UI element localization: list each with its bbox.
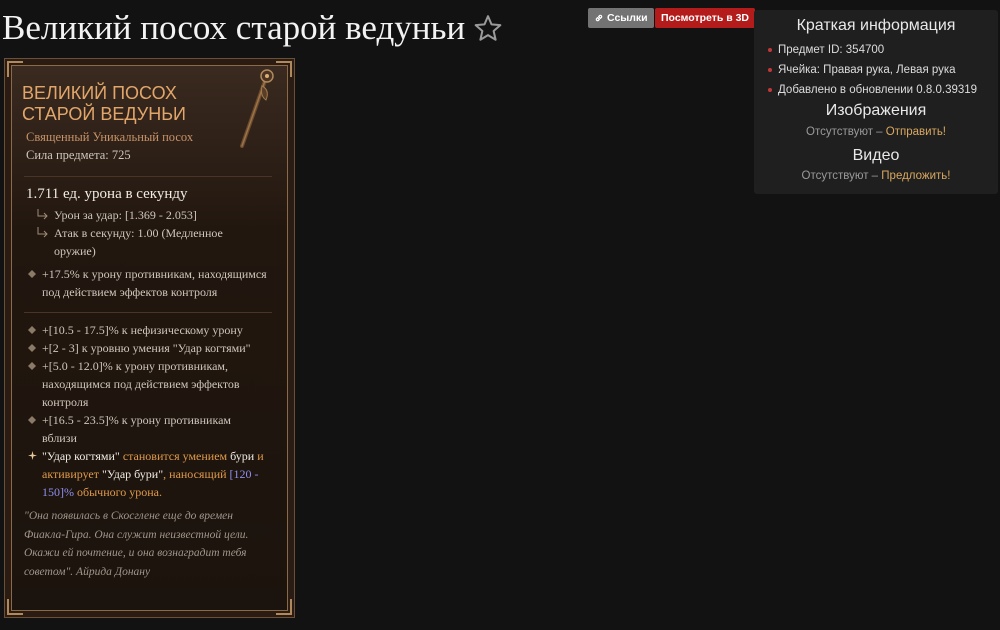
attacks-per-second: Атак в секунду: 1.00 (Медленное оружие) [54, 226, 223, 258]
video-status: Отсутствуют [801, 170, 869, 182]
damage-per-hit: Урон за удар: [1.369 - 2.053] [54, 208, 197, 222]
divider [24, 312, 272, 313]
video-status-line: Отсутствуют – Предложить! [754, 170, 998, 182]
info-panel: Краткая информация Предмет ID: 354700 Яч… [754, 10, 998, 194]
bullet-icon [768, 48, 772, 52]
affix-line: +[2 - 3] к уровню умения "Удар когтями" [42, 341, 251, 355]
view-3d-button-label: Посмотреть в 3D [661, 12, 750, 24]
frame-corner [276, 61, 292, 77]
bullet-icon [768, 88, 772, 92]
page-title: Великий посох старой ведуньи [2, 6, 503, 50]
item-power: Сила предмета: 725 [26, 148, 131, 162]
item-name: ВЕЛИКИЙ ПОСОХ СТАРОЙ ВЕДУНЬИ [22, 83, 186, 124]
sub-arrow-icon [37, 227, 48, 238]
links-button-label: Ссылки [607, 12, 648, 24]
video-separator: – [868, 170, 882, 182]
images-status: Отсутствуют [806, 126, 873, 138]
images-heading: Изображения [825, 102, 927, 119]
affix-line: +[16.5 - 23.5]% к урону противникам вбли… [42, 413, 232, 445]
item-page: Великий посох старой ведуньи Ссылки Посм… [0, 0, 1000, 630]
item-type: Священный Уникальный посох [26, 130, 194, 144]
bullet-icon [768, 68, 772, 72]
suggest-video-link[interactable]: Предложить! [881, 170, 950, 182]
diamond-bullet-icon [28, 416, 36, 424]
info-panel-title: Краткая информация [796, 17, 956, 34]
images-separator: – [872, 126, 886, 138]
view-3d-button[interactable]: Посмотреть в 3D [655, 8, 756, 28]
dps-value: 1.711 ед. урона в секунду [26, 186, 188, 202]
submit-images-link[interactable]: Отправить! [886, 126, 946, 138]
link-icon [595, 14, 603, 22]
diamond-bullet-icon [28, 326, 36, 334]
images-status-line: Отсутствуют – Отправить! [754, 126, 998, 138]
frame-corner [7, 599, 23, 615]
info-item-id: Предмет ID: 354700 [768, 40, 994, 60]
video-heading: Видео [852, 147, 900, 164]
links-button[interactable]: Ссылки [588, 8, 654, 28]
sub-arrow-icon [37, 209, 48, 220]
page-title-text: Великий посох старой ведуньи [2, 8, 466, 47]
info-item-patch: Добавлено в обновлении 0.8.0.39319 [768, 80, 994, 100]
frame-corner [276, 599, 292, 615]
diamond-bullet-icon [28, 362, 36, 370]
divider [24, 176, 272, 177]
affix-line: +[5.0 - 12.0]% к урону противникам, нахо… [42, 359, 240, 409]
unique-star-icon [28, 451, 37, 460]
implicit-affix: +17.5% к урону противникам, находящимся … [42, 267, 267, 299]
diamond-bullet-icon [28, 270, 36, 278]
info-list: Предмет ID: 354700 Ячейка: Правая рука, … [768, 40, 994, 100]
favorite-star-icon[interactable] [473, 13, 503, 43]
affix-line: +[10.5 - 17.5]% к нефизическому урону [42, 323, 243, 337]
frame-corner [7, 61, 23, 77]
unique-power: "Удар когтями" становится умением бури и… [42, 449, 264, 499]
staff-icon [240, 69, 274, 148]
info-item-slot: Ячейка: Правая рука, Левая рука [768, 60, 994, 80]
flavor-text: "Она появилась в Скосглене еще до времен… [24, 510, 249, 578]
diamond-bullet-icon [28, 344, 36, 352]
